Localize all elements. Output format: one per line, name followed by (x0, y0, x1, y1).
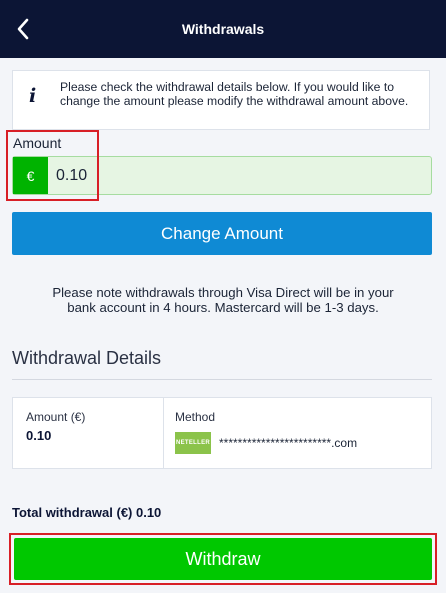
info-panel: i Please check the withdrawal details be… (12, 70, 430, 130)
method-email: ************************.com (219, 436, 358, 450)
currency-badge: € (13, 157, 48, 194)
withdrawal-details-table: Amount (€) 0.10 Method NETELLER ********… (12, 397, 432, 469)
withdraw-button[interactable]: Withdraw (14, 538, 432, 580)
detail-amount-value: 0.10 (26, 428, 52, 443)
chevron-left-icon (17, 18, 29, 40)
neteller-logo: NETELLER (175, 432, 211, 454)
detail-method-label: Method (175, 410, 216, 424)
back-button[interactable] (10, 16, 36, 42)
amount-field[interactable]: € (12, 156, 436, 195)
detail-amount-label: Amount (€) (26, 410, 86, 424)
info-icon: i (29, 85, 37, 107)
amount-input[interactable] (48, 157, 436, 194)
info-text: Please check the withdrawal details belo… (60, 80, 409, 108)
page-title: Withdrawals (181, 21, 265, 37)
total-withdrawal: Total withdrawal (€) 0.10 (12, 505, 162, 520)
withdrawal-details-title: Withdrawal Details (12, 348, 162, 368)
amount-label: Amount (13, 135, 62, 151)
column-divider (163, 398, 164, 468)
header-bar: Withdrawals (0, 0, 446, 58)
processing-time-note: Please note withdrawals through Visa Dir… (52, 285, 394, 315)
section-divider (12, 379, 432, 380)
change-amount-button[interactable]: Change Amount (12, 212, 432, 255)
